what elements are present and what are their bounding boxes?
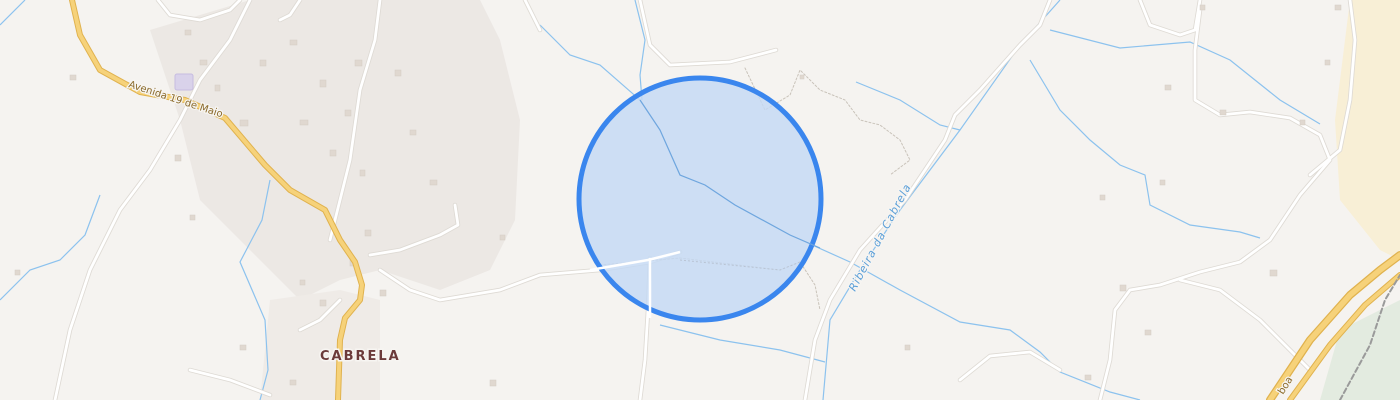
minor-road	[638, 0, 778, 67]
map-layers: Avenida 19 de Maio CABRELA Ribeira da Ca…	[0, 0, 1400, 400]
map-canvas[interactable]: Avenida 19 de Maio CABRELA Ribeira da Ca…	[0, 0, 1400, 400]
cabrela-place-label: CABRELA	[320, 349, 401, 364]
waterway-stream	[1049, 29, 1321, 125]
waterway-stream	[1029, 59, 1261, 239]
minor-road	[803, 0, 1052, 400]
waterway-stream	[0, 0, 26, 26]
minor-road	[523, 0, 542, 32]
waterway-stream	[855, 81, 961, 131]
highlight-circle[interactable]	[576, 75, 824, 323]
waterway-stream	[659, 324, 826, 363]
poi-marker	[174, 73, 194, 91]
settlement-area-south	[260, 290, 380, 400]
minor-road	[1178, 278, 1312, 372]
minor-road	[188, 368, 272, 397]
ribeira-da-cabrela-label: Ribeira da Cabrela	[846, 181, 914, 293]
